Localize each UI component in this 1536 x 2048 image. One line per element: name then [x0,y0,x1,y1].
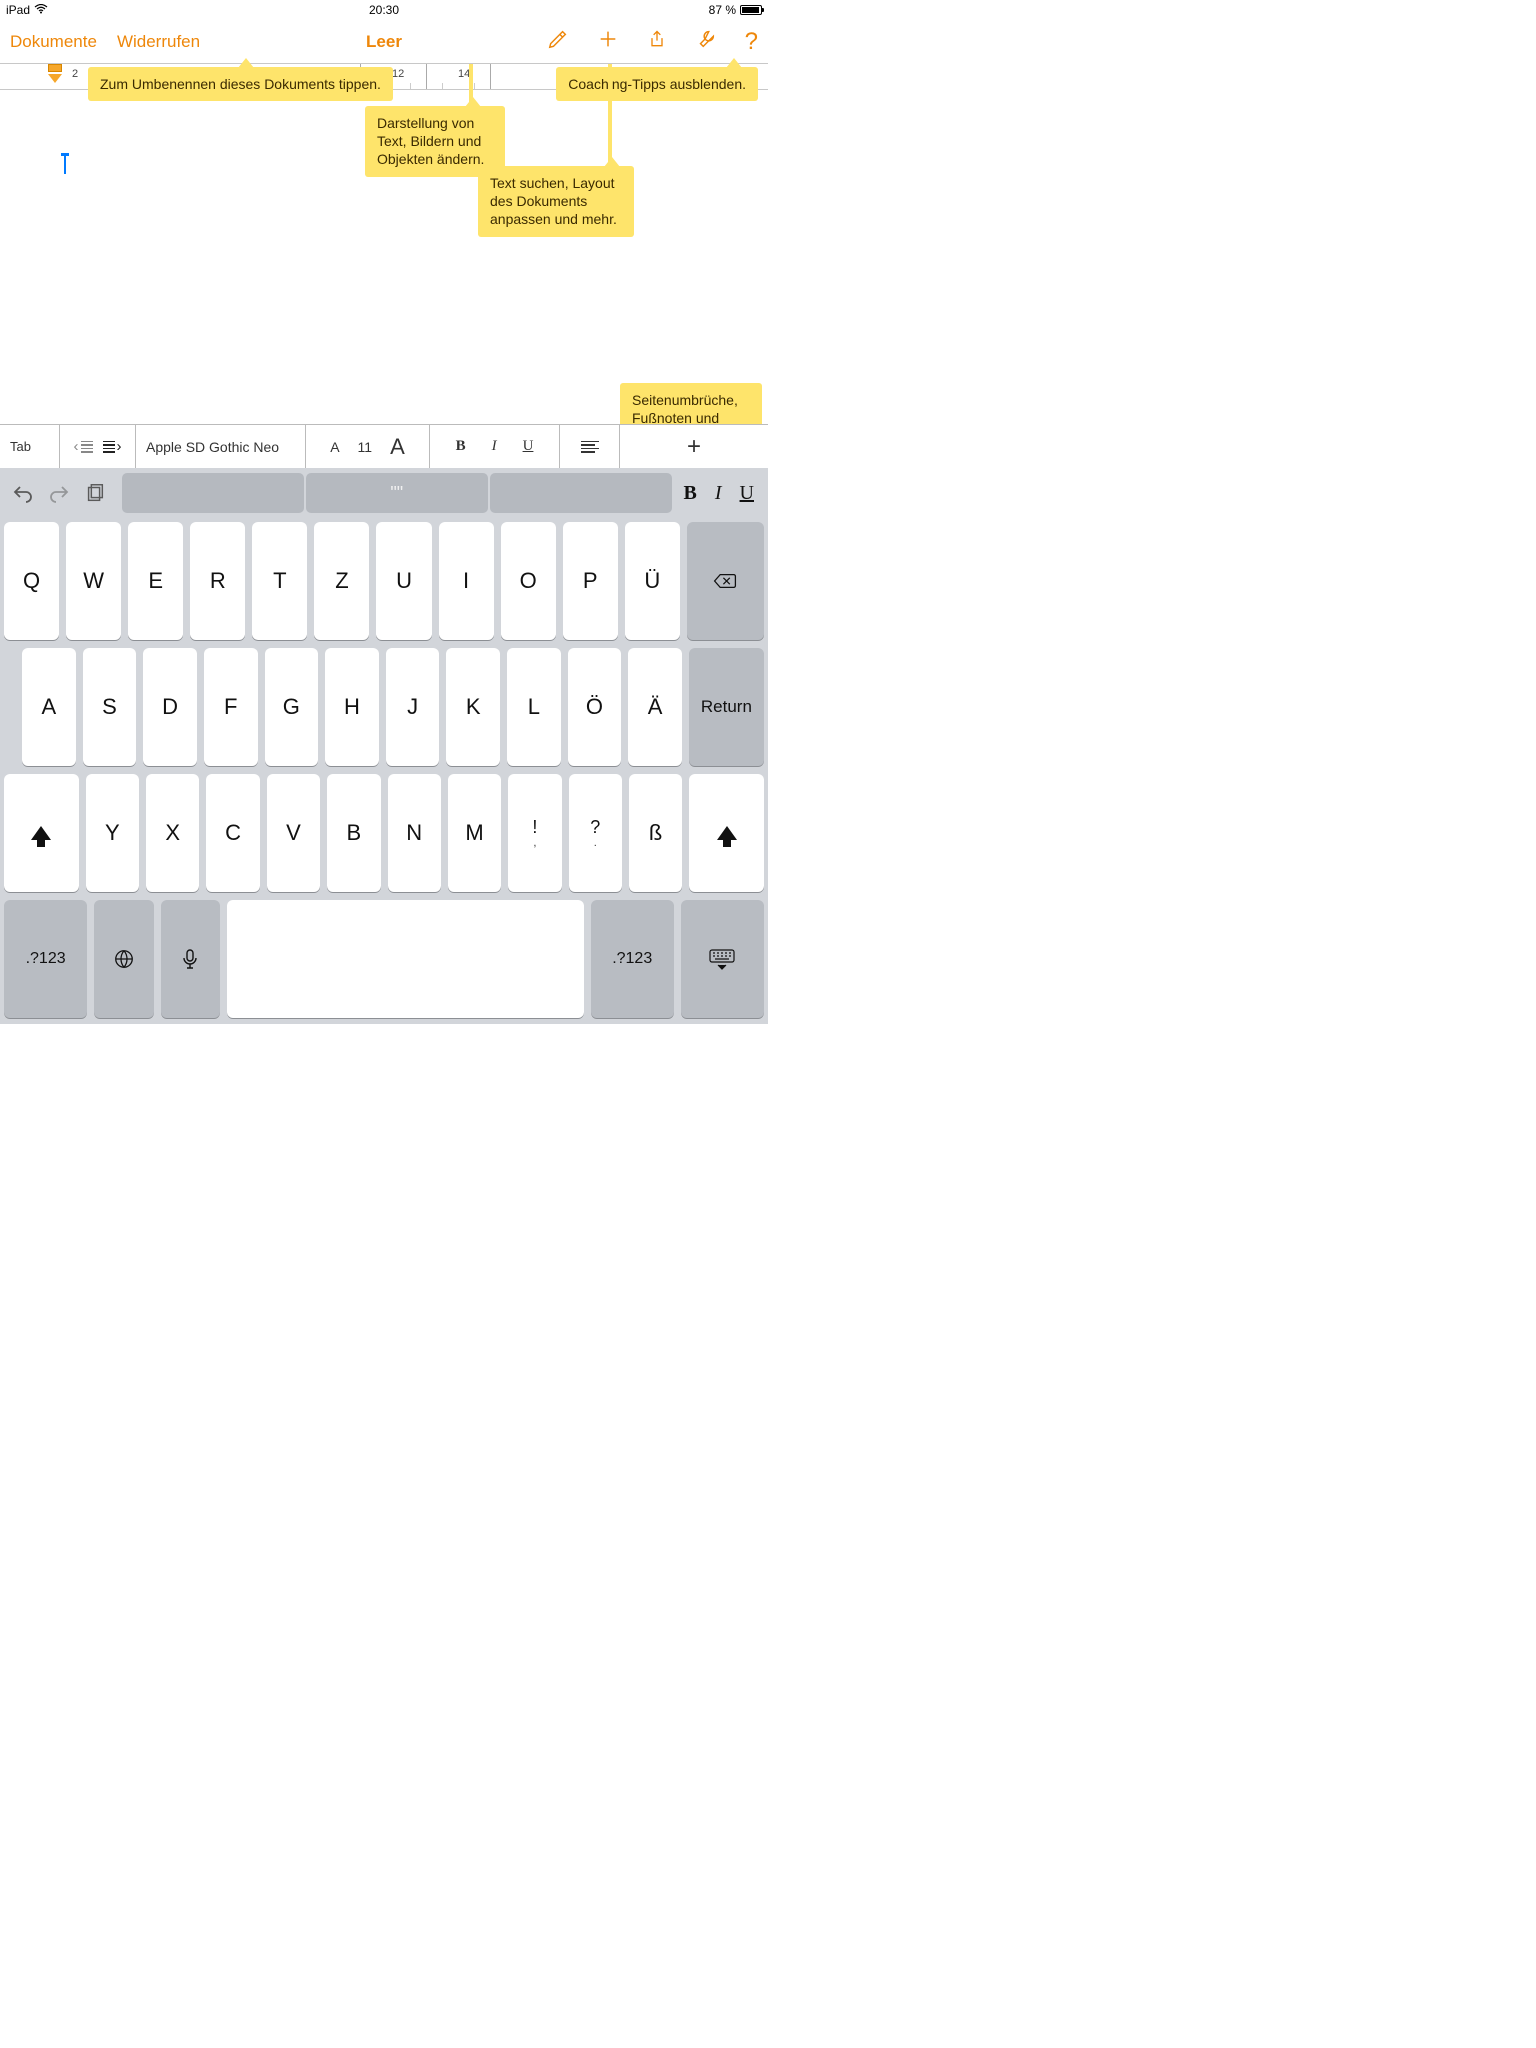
format-bar: Tab ‹ › Apple SD Gothic Neo A 11 A B I U… [0,424,768,468]
app-toolbar: Dokumente Widerrufen Leer ? [0,20,768,64]
kb-undo-icon[interactable] [8,478,38,508]
key-p[interactable]: P [563,522,618,640]
key-eszett[interactable]: ß [629,774,682,892]
battery-percent: 87 % [709,3,736,17]
key-x[interactable]: X [146,774,199,892]
text-style-controls: B I U [430,425,560,468]
status-bar: iPad 20:30 87 % [0,0,768,20]
key-v[interactable]: V [267,774,320,892]
clock: 20:30 [369,3,399,17]
font-size-decrease[interactable]: A [330,439,339,455]
documents-button[interactable]: Dokumente [10,32,97,52]
indent-button[interactable]: › [103,438,122,455]
indent-marker[interactable] [48,64,68,88]
share-icon[interactable] [647,28,667,55]
shift-icon [31,826,51,840]
key-oe[interactable]: Ö [568,648,622,766]
key-c[interactable]: C [206,774,259,892]
key-t[interactable]: T [252,522,307,640]
ruler-label: 12 [392,68,404,80]
underline-button[interactable]: U [523,438,534,455]
kb-clipboard-icon[interactable] [80,478,110,508]
key-z[interactable]: Z [314,522,369,640]
bold-button[interactable]: B [456,438,466,455]
key-comma[interactable]: ! , [508,774,561,892]
key-m[interactable]: M [448,774,501,892]
key-n[interactable]: N [388,774,441,892]
suggestion[interactable] [490,473,672,513]
coaching-tip-rename[interactable]: Zum Umbenennen dieses Dokuments tippen. [88,67,393,101]
shift-key-right[interactable] [689,774,764,892]
key-u[interactable]: U [376,522,431,640]
add-icon[interactable] [597,28,619,55]
numeric-key-left[interactable]: .?123 [4,900,87,1018]
kb-redo-icon[interactable] [44,478,74,508]
key-d[interactable]: D [143,648,197,766]
key-f[interactable]: F [204,648,258,766]
key-o[interactable]: O [501,522,556,640]
onscreen-keyboard: "" B I U Q W E R T Z U I O P Ü A S [0,468,768,1024]
globe-key[interactable] [94,900,153,1018]
outdent-button[interactable]: ‹ [74,438,93,455]
keyboard-row-1: Q W E R T Z U I O P Ü [4,522,764,640]
wifi-icon [34,3,48,17]
key-a[interactable]: A [22,648,76,766]
key-l[interactable]: L [507,648,561,766]
key-i[interactable]: I [439,522,494,640]
keyboard-row-4: .?123 .?123 [4,900,764,1018]
coaching-tip-tools[interactable]: Text suchen, Layout des Dokuments anpass… [478,166,634,237]
shift-icon [717,826,737,840]
battery-icon [740,5,762,15]
key-r[interactable]: R [190,522,245,640]
font-picker[interactable]: Apple SD Gothic Neo [136,425,306,468]
font-size-control: A 11 A [306,425,430,468]
key-k[interactable]: K [446,648,500,766]
undo-button[interactable]: Widerrufen [117,32,200,52]
keyboard-suggestions: "" [122,473,672,513]
key-e[interactable]: E [128,522,183,640]
key-period[interactable]: ? . [569,774,622,892]
dictation-key[interactable] [161,900,220,1018]
format-brush-icon[interactable] [547,28,569,55]
key-ue[interactable]: Ü [625,522,680,640]
font-size-increase[interactable]: A [390,434,405,460]
text-cursor [64,156,66,174]
indent-controls: ‹ › [60,425,136,468]
kb-bold-button[interactable]: B [684,482,697,505]
font-size-value[interactable]: 11 [358,439,373,455]
key-w[interactable]: W [66,522,121,640]
key-j[interactable]: J [386,648,440,766]
backspace-key[interactable] [687,522,764,640]
key-s[interactable]: S [83,648,137,766]
kb-underline-button[interactable]: U [740,482,754,505]
key-g[interactable]: G [265,648,319,766]
help-icon[interactable]: ? [745,28,758,56]
key-ae[interactable]: Ä [628,648,682,766]
numeric-key-right[interactable]: .?123 [591,900,674,1018]
ruler-label: 2 [72,68,78,80]
italic-button[interactable]: I [492,438,497,455]
kb-italic-button[interactable]: I [715,482,722,505]
return-key[interactable]: Return [689,648,764,766]
hide-keyboard-key[interactable] [681,900,764,1018]
key-h[interactable]: H [325,648,379,766]
suggestion[interactable]: "" [306,473,488,513]
alignment-button[interactable] [560,425,620,468]
format-add-button[interactable]: + [620,425,768,468]
shift-key-left[interactable] [4,774,79,892]
tools-wrench-icon[interactable] [695,28,717,55]
device-label: iPad [6,3,30,17]
keyboard-row-2: A S D F G H J K L Ö Ä Return [4,648,764,766]
spacebar-key[interactable] [227,900,584,1018]
keyboard-row-3: Y X C V B N M ! , ? . ß [4,774,764,892]
key-b[interactable]: B [327,774,380,892]
key-q[interactable]: Q [4,522,59,640]
key-y[interactable]: Y [86,774,139,892]
document-title[interactable]: Leer [366,32,402,52]
suggestion[interactable] [122,473,304,513]
coaching-tip-hide[interactable]: Coaching-Tipps ausblenden. [556,67,758,101]
tab-key-button[interactable]: Tab [0,425,60,468]
